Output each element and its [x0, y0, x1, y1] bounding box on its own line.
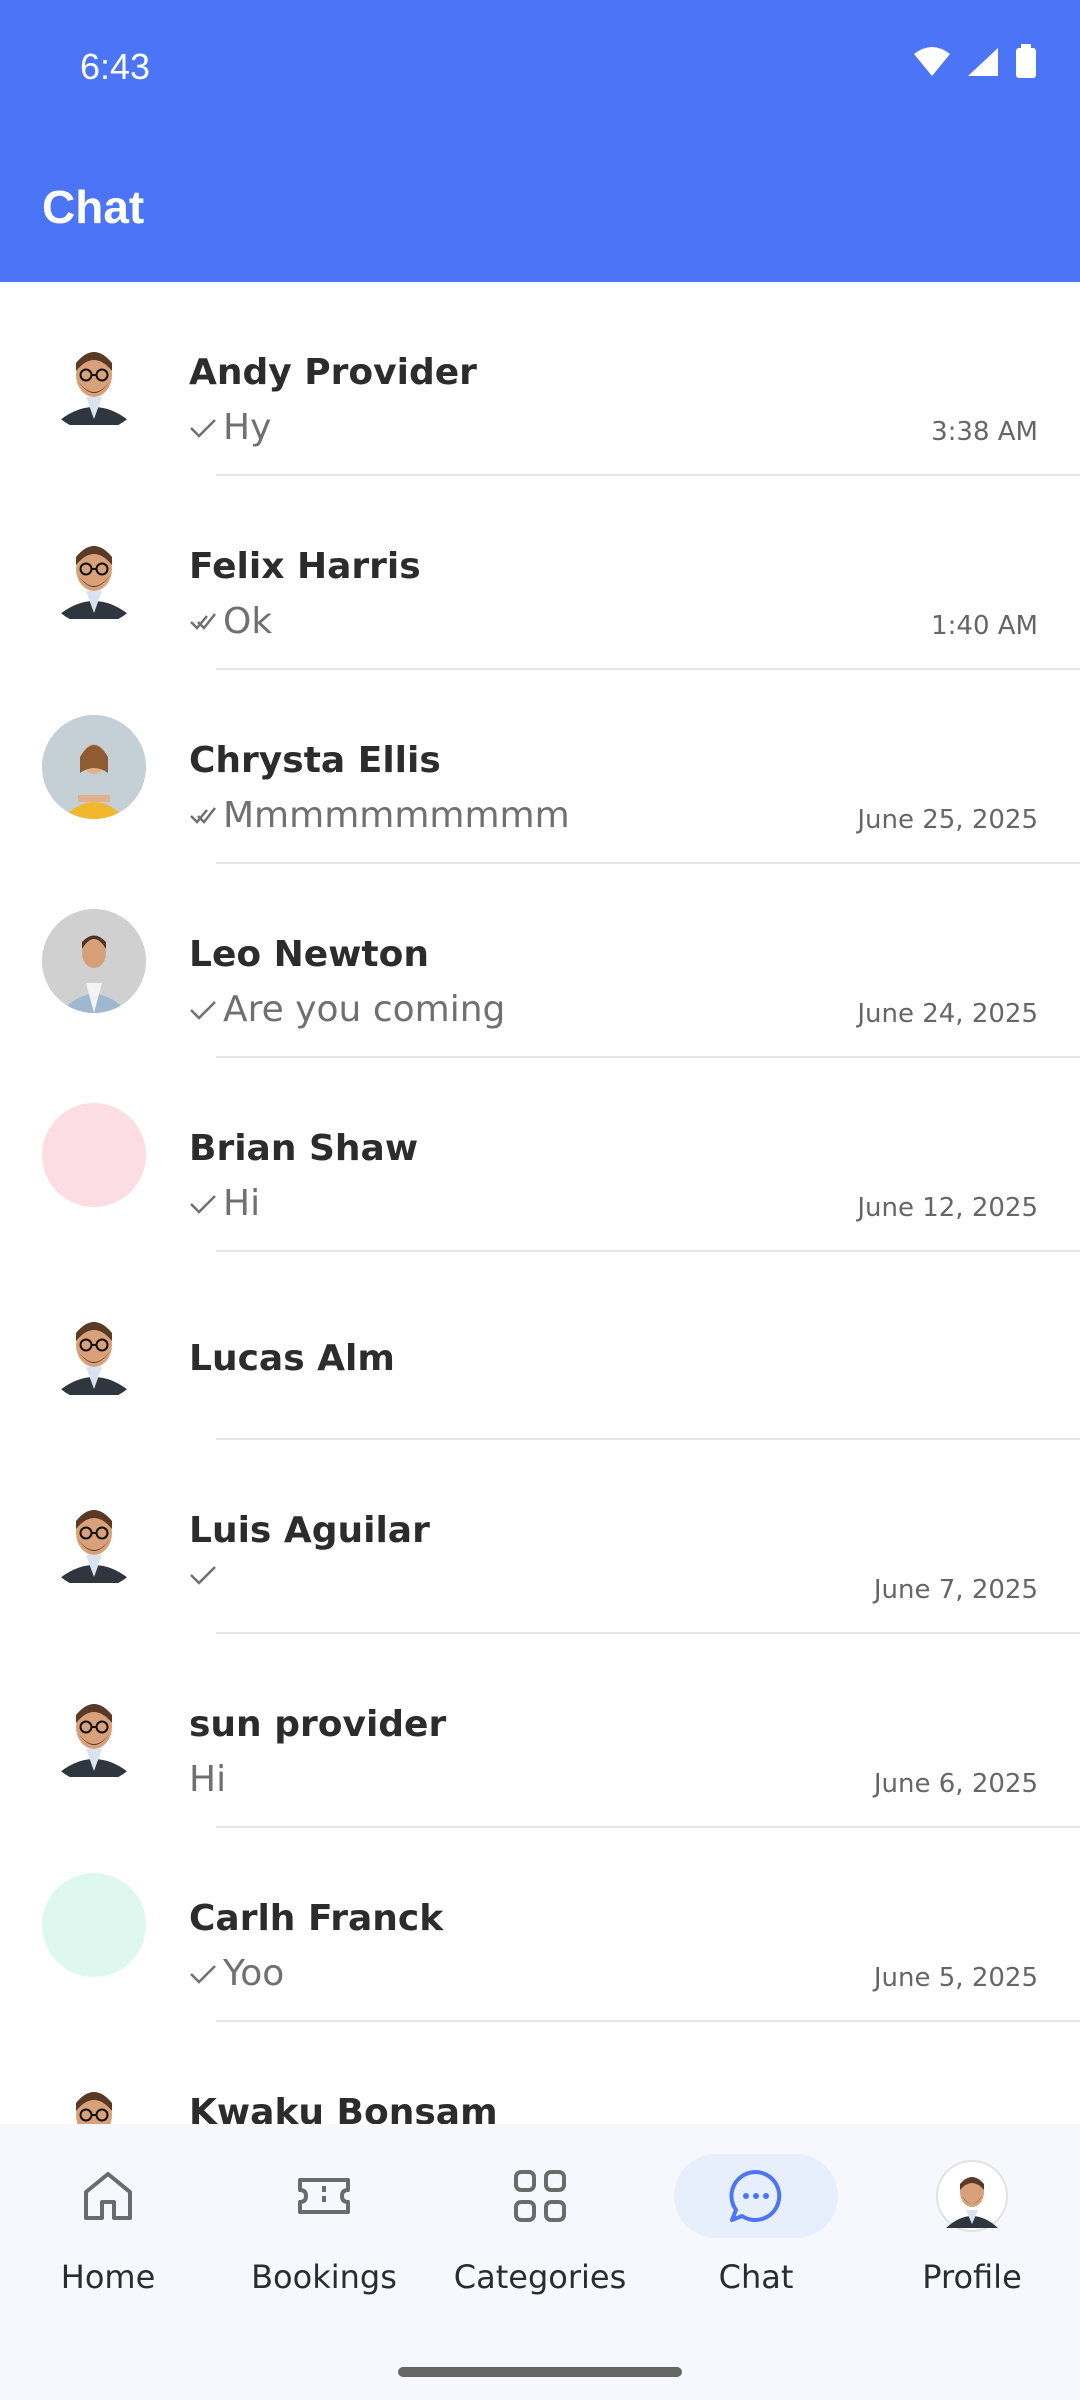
message-text: Mmmmmmmmmm	[223, 795, 570, 836]
male-photo-icon	[42, 909, 146, 1013]
message-time: June 6, 2025	[873, 1769, 1038, 1799]
contact-name: Kwaku Bonsam	[189, 2092, 498, 2124]
home-indicator[interactable]	[398, 2367, 682, 2377]
single-check-icon	[190, 418, 216, 438]
battery-icon	[1016, 44, 1036, 78]
avatar-placeholder	[42, 1103, 146, 1207]
avatar	[42, 2067, 146, 2124]
chat-row[interactable]: sun provider Hi June 6, 2025	[0, 1634, 1080, 1828]
nav-bookings-label: Bookings	[251, 2258, 397, 2296]
profile-avatar-icon	[936, 2160, 1008, 2232]
single-check-icon	[190, 1000, 216, 1020]
avatar	[42, 1297, 146, 1401]
contact-name: Luis Aguilar	[189, 1510, 430, 1551]
contact-name: Brian Shaw	[189, 1128, 419, 1169]
grid-icon	[514, 2170, 566, 2222]
contact-name: Carlh Franck	[189, 1898, 444, 1939]
last-message	[189, 1565, 223, 1585]
ticket-icon	[298, 2178, 350, 2214]
nav-categories-label: Categories	[453, 2258, 627, 2296]
avatar	[42, 909, 146, 1013]
app-header: 6:43 Chat	[0, 0, 1080, 282]
nav-chat[interactable]: Chat	[648, 2154, 864, 2334]
chat-row[interactable]: Felix Harris Ok 1:40 AM	[0, 476, 1080, 670]
chat-bubble-icon	[729, 2169, 782, 2222]
nav-profile-label: Profile	[922, 2258, 1022, 2296]
message-time: June 24, 2025	[857, 999, 1038, 1029]
chat-row[interactable]: Carlh Franck Yoo June 5, 2025	[0, 1828, 1080, 2022]
status-time: 6:43	[80, 46, 151, 87]
single-check-icon	[190, 1194, 216, 1214]
message-text: Are you coming	[223, 989, 506, 1030]
male-avatar-icon	[54, 1704, 134, 1777]
chat-row[interactable]: Leo Newton Are you coming June 24, 2025	[0, 864, 1080, 1058]
home-icon	[84, 2172, 132, 2220]
bookings-icon-wrap	[242, 2154, 406, 2238]
bottom-navigation: Home Bookings Categories Chat Profile	[0, 2124, 1080, 2400]
double-check-icon	[190, 612, 216, 630]
nav-profile[interactable]: Profile	[864, 2154, 1080, 2334]
message-time: June 12, 2025	[857, 1193, 1038, 1223]
page-title: Chat	[42, 181, 145, 233]
male-avatar-icon	[54, 546, 134, 619]
chat-icon-wrap	[674, 2154, 838, 2238]
profile-icon-wrap	[890, 2154, 1054, 2238]
last-message: Ok	[189, 601, 272, 642]
male-avatar-icon	[76, 2092, 112, 2124]
male-avatar-icon	[54, 352, 134, 425]
nav-home-label: Home	[60, 2258, 156, 2296]
avatar	[42, 521, 146, 625]
last-message: Mmmmmmmmmm	[189, 795, 570, 836]
avatar	[42, 715, 146, 819]
avatar	[42, 1679, 146, 1783]
last-message: Yoo	[189, 1953, 284, 1994]
message-time: June 25, 2025	[857, 805, 1038, 835]
message-text: Hi	[223, 1183, 261, 1224]
last-message: Are you coming	[189, 989, 505, 1030]
contact-name: sun provider	[189, 1704, 447, 1745]
contact-name: Felix Harris	[189, 546, 421, 587]
female-photo-icon	[42, 715, 146, 819]
message-text: Yoo	[223, 1953, 285, 1994]
signal-icon	[968, 48, 998, 76]
status-icons	[912, 44, 1038, 80]
message-time: June 7, 2025	[873, 1575, 1038, 1605]
chat-row[interactable]: Brian Shaw Hi June 12, 2025	[0, 1058, 1080, 1252]
avatar	[42, 327, 146, 431]
message-text: Hi	[189, 1759, 227, 1800]
contact-name: Lucas Alm	[189, 1338, 395, 1379]
message-time: June 5, 2025	[873, 1963, 1038, 1993]
single-check-icon	[190, 1566, 216, 1585]
chat-row[interactable]: Andy Provider Hy 3:38 AM	[0, 282, 1080, 476]
home-icon-wrap	[26, 2154, 190, 2238]
single-check-icon	[190, 1964, 216, 1984]
last-message: Hi	[189, 1759, 226, 1800]
chat-list[interactable]: Andy Provider Hy 3:38 AM Felix Harris Ok	[0, 282, 1080, 2124]
contact-name: Chrysta Ellis	[189, 740, 441, 781]
nav-bookings[interactable]: Bookings	[216, 2154, 432, 2334]
chat-row[interactable]: Lucas Alm	[0, 1252, 1080, 1440]
categories-icon-wrap	[458, 2154, 622, 2238]
last-message: Hi	[189, 1183, 260, 1224]
wifi-icon	[914, 47, 950, 76]
message-time: 3:38 AM	[931, 417, 1038, 447]
nav-categories[interactable]: Categories	[432, 2154, 648, 2334]
male-avatar-icon	[54, 1322, 134, 1395]
message-time: 1:40 AM	[931, 611, 1038, 641]
contact-name: Andy Provider	[189, 352, 477, 393]
double-check-icon	[190, 806, 216, 824]
contact-name: Leo Newton	[189, 934, 429, 975]
avatar	[42, 1485, 146, 1589]
chat-row[interactable]: Luis Aguilar June 7, 2025	[0, 1440, 1080, 1634]
nav-chat-label: Chat	[718, 2258, 794, 2296]
chat-row[interactable]: Kwaku Bonsam	[0, 2022, 1080, 2124]
male-avatar-icon	[54, 1510, 134, 1583]
last-message: Hy	[189, 407, 271, 448]
nav-home[interactable]: Home	[0, 2154, 216, 2334]
message-text: Hy	[223, 407, 272, 448]
message-text: Ok	[223, 601, 273, 642]
avatar-placeholder	[42, 1873, 146, 1977]
chat-row[interactable]: Chrysta Ellis Mmmmmmmmmm June 25, 2025	[0, 670, 1080, 864]
